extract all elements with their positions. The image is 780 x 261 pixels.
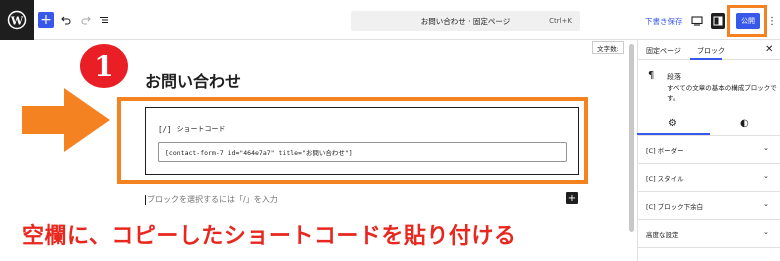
add-block-button[interactable]: + <box>566 192 578 204</box>
text-caret <box>145 194 146 205</box>
block-description: すべての文章の基本の構成ブロックです。 <box>667 84 777 102</box>
shortcode-highlight-frame <box>117 97 588 184</box>
save-draft-button[interactable]: 下書き保存 <box>645 16 683 27</box>
step-badge-1: 1 <box>80 44 128 88</box>
instruction-caption: 空欄に、コピーしたショートコードを貼り付ける <box>22 224 517 249</box>
document-command-bar[interactable]: お問い合わせ · 固定ページ Ctrl+K <box>351 11 580 31</box>
gear-icon[interactable]: ⚙ <box>668 118 677 129</box>
paragraph-icon: ¶ <box>648 70 655 81</box>
canvas-scrollbar[interactable] <box>629 44 634 232</box>
block-placeholder[interactable]: ブロックを選択するには「/」を入力 <box>145 194 278 205</box>
shortcut-hint: Ctrl+K <box>549 17 572 25</box>
half-circle-icon[interactable]: ◐ <box>740 118 749 129</box>
active-tab-indicator <box>690 58 722 60</box>
tab-block[interactable]: ブロック <box>697 46 725 56</box>
panel-border-label: [C] ボーダー <box>646 147 684 155</box>
close-icon[interactable]: ✕ <box>765 44 773 55</box>
active-subtab-indicator <box>637 133 710 135</box>
plus-icon: + <box>40 12 52 28</box>
tab-page[interactable]: 固定ページ <box>646 46 681 56</box>
chevron-down-icon[interactable]: ⌄ <box>763 144 769 152</box>
vertical-ellipsis-icon[interactable]: ⋮ <box>767 13 777 29</box>
panel-advanced-label: 高度な設定 <box>646 231 679 239</box>
add-block-toolbar-button[interactable]: + <box>38 12 54 28</box>
redo-icon[interactable] <box>80 13 92 27</box>
panel-style-label: [C] スタイル <box>646 175 684 183</box>
undo-icon[interactable] <box>60 13 72 27</box>
chevron-down-icon[interactable]: ⌄ <box>763 200 769 208</box>
chevron-down-icon[interactable]: ⌄ <box>763 228 769 236</box>
list-view-icon[interactable] <box>98 13 110 27</box>
block-title: 段落 <box>667 73 681 81</box>
document-title: お問い合わせ · 固定ページ <box>420 16 511 26</box>
plus-icon: + <box>567 192 577 204</box>
publish-button[interactable]: 公開 <box>736 13 760 29</box>
wordpress-logo-icon[interactable]: W <box>0 0 34 40</box>
panel-bottom-margin-label: [C] ブロック下余白 <box>646 203 704 211</box>
orange-arrow-icon <box>22 88 112 156</box>
placeholder-text: ブロックを選択するには「/」を入力 <box>147 195 278 204</box>
desktop-preview-icon[interactable] <box>690 14 704 28</box>
chevron-down-icon[interactable]: ⌄ <box>763 172 769 180</box>
sidebar-toggle-icon[interactable] <box>711 13 725 29</box>
page-title[interactable]: お問い合わせ <box>145 68 241 92</box>
svg-text:W: W <box>10 15 24 28</box>
word-count-button[interactable]: 文字数: <box>592 41 624 54</box>
